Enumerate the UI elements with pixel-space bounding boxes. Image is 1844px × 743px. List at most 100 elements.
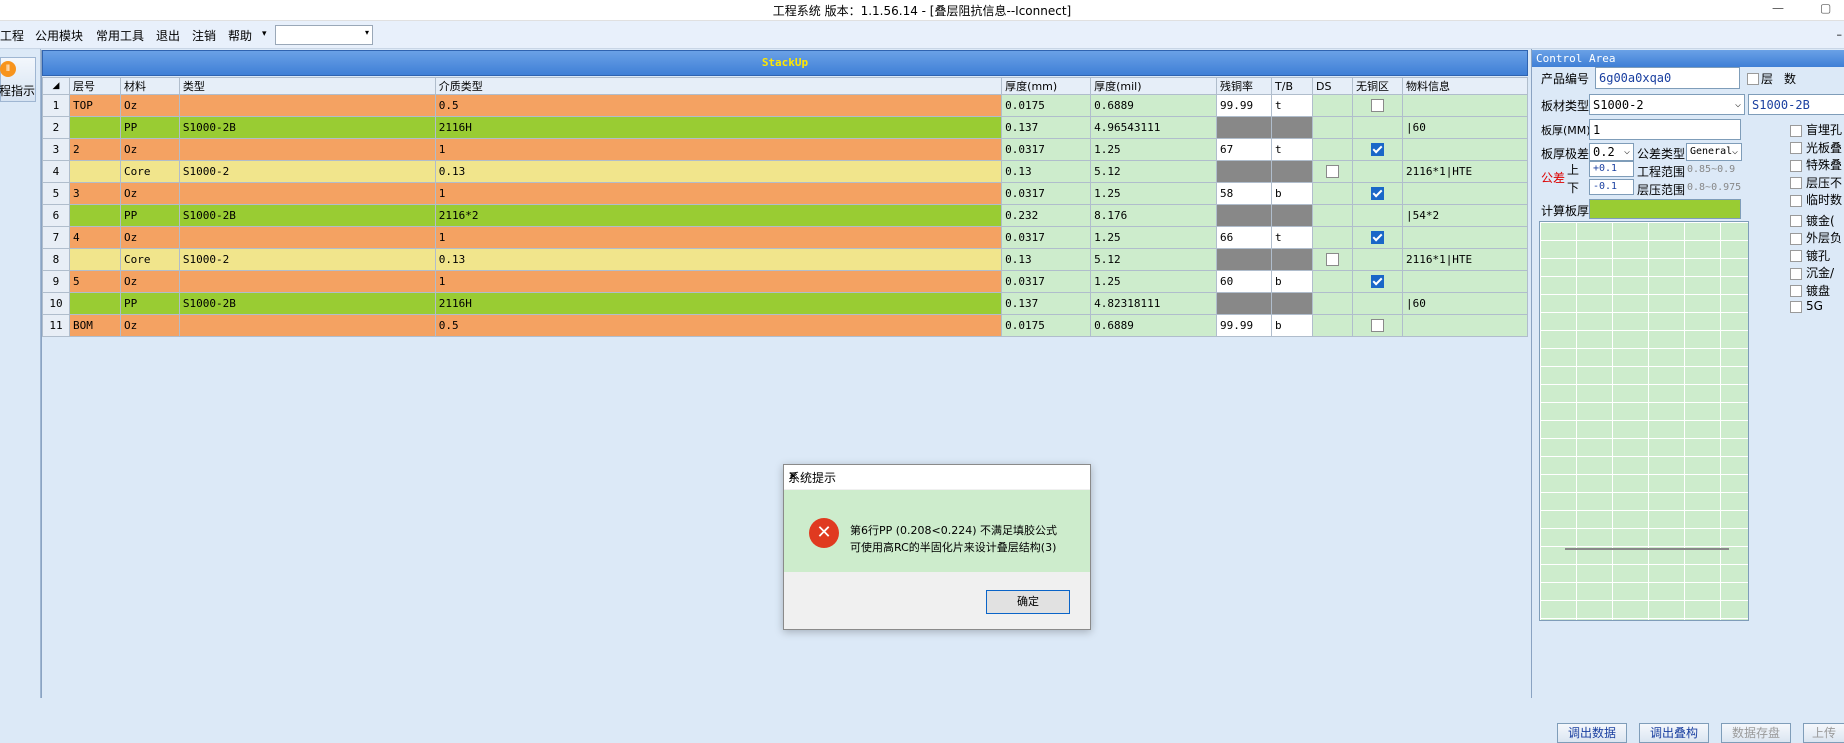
- checkbox-checked[interactable]: [1370, 231, 1384, 245]
- table-row[interactable]: 4 Core S1000-2 0.13 0.13 5.12 2116*1|HTE: [42, 160, 1529, 183]
- dielectric-cell[interactable]: 1: [434, 138, 1003, 161]
- checkbox-checked[interactable]: [1370, 143, 1384, 157]
- horizontal-scrollbar[interactable]: [1565, 548, 1729, 550]
- no-copper-cell[interactable]: [1351, 248, 1403, 271]
- no-copper-cell[interactable]: [1351, 204, 1403, 227]
- thickness-mm-cell[interactable]: 0.0317: [1001, 138, 1092, 161]
- close-icon[interactable]: ✕: [788, 469, 1084, 483]
- row-index-cell[interactable]: 5: [42, 182, 70, 205]
- menu-combo-box[interactable]: ▾: [275, 25, 373, 45]
- layer-cell[interactable]: 4: [68, 226, 121, 249]
- side-option-item[interactable]: 层压不: [1790, 174, 1842, 191]
- thickness-mm-cell[interactable]: 0.13: [1001, 160, 1092, 183]
- material-info-cell[interactable]: [1401, 314, 1529, 337]
- side-option-item[interactable]: 盲埋孔: [1790, 121, 1842, 138]
- restore-button[interactable]: ▢: [1820, 1, 1831, 15]
- column-header-residual-copper[interactable]: 残铜率: [1216, 77, 1273, 95]
- material-info-cell[interactable]: |54*2: [1401, 204, 1529, 227]
- side-option-item[interactable]: 镀金(: [1790, 212, 1835, 229]
- residual-copper-cell[interactable]: 66: [1216, 226, 1273, 249]
- material-info-cell[interactable]: 2116*1|HTE: [1401, 160, 1529, 183]
- residual-copper-cell[interactable]: [1216, 292, 1273, 315]
- material-cell[interactable]: Core: [119, 160, 180, 183]
- material-info-cell[interactable]: [1401, 182, 1529, 205]
- menu-item-project[interactable]: 工程: [0, 27, 24, 44]
- upper-tolerance-field[interactable]: +0.1: [1589, 161, 1634, 177]
- layer-checkbox[interactable]: [1747, 73, 1759, 85]
- column-header-type[interactable]: 类型: [178, 77, 436, 95]
- layer-cell[interactable]: [68, 292, 121, 315]
- residual-copper-cell[interactable]: 99.99: [1216, 314, 1273, 337]
- tb-cell[interactable]: [1271, 292, 1313, 315]
- material-info-cell[interactable]: [1401, 270, 1529, 293]
- checkbox[interactable]: [1790, 215, 1802, 227]
- load-data-button[interactable]: 调出数据: [1557, 723, 1627, 743]
- residual-copper-cell[interactable]: [1216, 116, 1273, 139]
- ok-button[interactable]: 确定: [986, 590, 1070, 614]
- table-row[interactable]: 6 PP S1000-2B 2116*2 0.232 8.176 |54*2: [42, 204, 1529, 227]
- material-cell[interactable]: Oz: [119, 138, 180, 161]
- thickness-mm-cell[interactable]: 0.137: [1001, 116, 1092, 139]
- ds-cell[interactable]: [1312, 94, 1353, 117]
- thickness-mil-cell[interactable]: 0.6889: [1090, 314, 1218, 337]
- thickness-mil-cell[interactable]: 4.82318111: [1090, 292, 1218, 315]
- checkbox[interactable]: [1370, 319, 1384, 333]
- thickness-mil-cell[interactable]: 1.25: [1090, 182, 1218, 205]
- tb-cell[interactable]: [1271, 160, 1313, 183]
- column-header-material-info[interactable]: 物料信息: [1401, 77, 1529, 95]
- side-option-item[interactable]: 外层负: [1790, 229, 1842, 246]
- thickness-mm-cell[interactable]: 0.0317: [1001, 182, 1092, 205]
- type-cell[interactable]: S1000-2B: [178, 116, 436, 139]
- dielectric-cell[interactable]: 2116*2: [434, 204, 1003, 227]
- side-option-item[interactable]: 镀盘: [1790, 282, 1830, 299]
- table-row[interactable]: 11 BOM Oz 0.5 0.0175 0.6889 99.99 b: [42, 314, 1529, 337]
- checkbox[interactable]: [1790, 232, 1802, 245]
- material-cell[interactable]: PP: [119, 204, 180, 227]
- column-header-dielectric[interactable]: 介质类型: [434, 77, 1003, 95]
- menu-more-arrow-icon[interactable]: ▾: [262, 29, 267, 39]
- checkbox[interactable]: [1790, 177, 1802, 189]
- layer-cell[interactable]: [68, 116, 121, 139]
- ds-cell[interactable]: [1312, 160, 1353, 183]
- column-header-thickness-mil[interactable]: 厚度(mil): [1090, 77, 1218, 95]
- checkbox[interactable]: [1790, 142, 1802, 154]
- checkbox[interactable]: [1325, 253, 1339, 267]
- tolerance-type-select[interactable]: General ⌵: [1686, 143, 1742, 161]
- table-row[interactable]: 1 TOP Oz 0.5 0.0175 0.6889 99.99 t: [42, 94, 1529, 117]
- type-cell[interactable]: S1000-2: [178, 248, 436, 271]
- table-row[interactable]: 7 4 Oz 1 0.0317 1.25 66 t: [42, 226, 1529, 249]
- no-copper-cell[interactable]: [1351, 138, 1403, 161]
- no-copper-cell[interactable]: [1351, 182, 1403, 205]
- column-header-corner[interactable]: ◢: [42, 77, 70, 95]
- thickness-mil-cell[interactable]: 4.96543111: [1090, 116, 1218, 139]
- no-copper-cell[interactable]: [1351, 270, 1403, 293]
- dielectric-cell[interactable]: 1: [434, 182, 1003, 205]
- ds-cell[interactable]: [1312, 248, 1353, 271]
- ds-cell[interactable]: [1312, 292, 1353, 315]
- thickness-field[interactable]: 1: [1589, 119, 1741, 140]
- no-copper-cell[interactable]: [1351, 292, 1403, 315]
- table-row[interactable]: 5 3 Oz 1 0.0317 1.25 58 b: [42, 182, 1529, 205]
- layer-cell[interactable]: 5: [68, 270, 121, 293]
- residual-copper-cell[interactable]: 67: [1216, 138, 1273, 161]
- dielectric-cell[interactable]: 1: [434, 226, 1003, 249]
- residual-copper-cell[interactable]: 60: [1216, 270, 1273, 293]
- process-indicator-button[interactable]: Ⅱ 程指示: [0, 57, 36, 102]
- residual-copper-cell[interactable]: [1216, 160, 1273, 183]
- column-header-layer[interactable]: 层号: [68, 77, 121, 95]
- thickness-mil-cell[interactable]: 5.12: [1090, 160, 1218, 183]
- no-copper-cell[interactable]: [1351, 160, 1403, 183]
- material-cell[interactable]: Oz: [119, 314, 180, 337]
- material-cell[interactable]: Core: [119, 248, 180, 271]
- dielectric-cell[interactable]: 2116H: [434, 292, 1003, 315]
- dielectric-cell[interactable]: 0.5: [434, 314, 1003, 337]
- layer-cell[interactable]: 3: [68, 182, 121, 205]
- dielectric-cell[interactable]: 0.13: [434, 248, 1003, 271]
- type-cell[interactable]: S1000-2: [178, 160, 436, 183]
- column-header-ds[interactable]: DS: [1312, 77, 1353, 95]
- thickness-mil-cell[interactable]: 1.25: [1090, 226, 1218, 249]
- row-index-cell[interactable]: 2: [42, 116, 70, 139]
- ds-cell[interactable]: [1312, 204, 1353, 227]
- residual-copper-cell[interactable]: 99.99: [1216, 94, 1273, 117]
- tb-cell[interactable]: t: [1271, 226, 1313, 249]
